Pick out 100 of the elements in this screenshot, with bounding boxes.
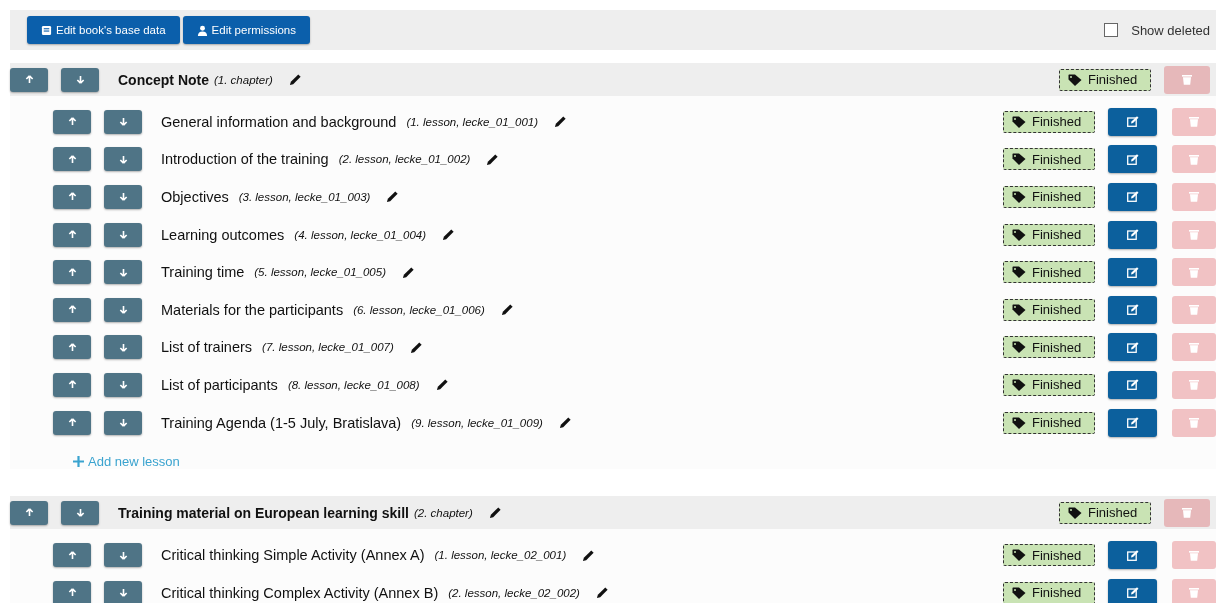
- move-up-button[interactable]: [53, 580, 91, 603]
- arrow-up-icon: [24, 508, 34, 518]
- arrow-up-icon: [67, 342, 77, 352]
- edit-icon: [1126, 549, 1139, 561]
- lesson-title: Critical thinking Simple Activity (Annex A): [161, 547, 425, 564]
- edit-button[interactable]: [1108, 295, 1157, 324]
- move-down-button[interactable]: [104, 147, 142, 172]
- move-up-button[interactable]: [10, 500, 48, 525]
- trash-icon: [1189, 549, 1199, 561]
- pencil-icon[interactable]: [435, 378, 449, 392]
- move-down-button[interactable]: [104, 185, 142, 209]
- arrow-up-icon: [24, 75, 34, 84]
- user-icon: [196, 24, 208, 36]
- pencil-icon[interactable]: [595, 586, 609, 600]
- arrow-up-icon: [67, 192, 77, 202]
- edit-button[interactable]: [1108, 370, 1157, 399]
- pencil-icon[interactable]: [582, 548, 596, 562]
- pencil-icon[interactable]: [500, 303, 514, 317]
- tag-icon: [1012, 228, 1026, 241]
- arrow-down-icon: [118, 380, 128, 390]
- move-down-button[interactable]: [61, 500, 99, 525]
- move-up-button[interactable]: [10, 67, 48, 92]
- move-down-button[interactable]: [104, 335, 142, 360]
- trash-icon: [1189, 266, 1199, 278]
- status-badge: Finished: [1003, 373, 1095, 396]
- move-down-button[interactable]: [104, 410, 142, 435]
- checkbox[interactable]: [1104, 23, 1119, 37]
- tag-icon: [1012, 266, 1026, 279]
- move-up-button[interactable]: [53, 222, 91, 247]
- edit-icon: [1126, 587, 1139, 599]
- move-down-button[interactable]: [104, 109, 142, 134]
- move-down-button[interactable]: [104, 580, 142, 603]
- tag-icon: [1068, 73, 1082, 86]
- arrow-up-icon: [67, 380, 77, 390]
- move-up-button[interactable]: [53, 260, 91, 285]
- move-up-button[interactable]: [53, 185, 91, 209]
- pencil-icon[interactable]: [288, 73, 302, 86]
- arrow-down-icon: [118, 230, 128, 240]
- pencil-icon[interactable]: [486, 152, 500, 166]
- move-up-button[interactable]: [53, 372, 91, 397]
- edit-button[interactable]: [1108, 541, 1157, 570]
- tag-icon: [1012, 303, 1026, 316]
- pencil-icon[interactable]: [409, 340, 423, 354]
- tag-icon: [1012, 115, 1026, 128]
- book-icon: [41, 24, 52, 36]
- arrow-down-icon: [118, 550, 128, 560]
- move-down-button[interactable]: [104, 260, 142, 285]
- tag-icon: [1012, 549, 1026, 562]
- edit-button[interactable]: [1108, 107, 1157, 136]
- trash-icon: [1189, 116, 1199, 128]
- pencil-icon[interactable]: [554, 115, 568, 129]
- tag-icon: [1068, 506, 1082, 519]
- pencil-icon[interactable]: [488, 506, 502, 520]
- edit-button[interactable]: [1108, 220, 1157, 249]
- move-up-button[interactable]: [53, 109, 91, 134]
- lesson-info: (2. lesson, lecke_01_002): [338, 153, 471, 166]
- pencil-icon[interactable]: [442, 228, 456, 242]
- move-down-button[interactable]: [104, 543, 142, 568]
- lesson-title: Training Agenda (1-5 July, Bratislava): [161, 414, 402, 431]
- move-up-button[interactable]: [53, 335, 91, 360]
- lesson-title: List of participants: [161, 376, 278, 393]
- lesson-info: (1. lesson, lecke_01_001): [406, 115, 539, 128]
- edit-button[interactable]: [1108, 258, 1157, 287]
- move-down-button[interactable]: [61, 67, 99, 92]
- status-badge: Finished: [1003, 261, 1095, 284]
- pencil-icon[interactable]: [386, 190, 400, 204]
- pencil-icon[interactable]: [402, 265, 415, 279]
- pencil-icon[interactable]: [558, 416, 572, 430]
- status-badge: Finished: [1059, 68, 1151, 91]
- edit-button[interactable]: [1108, 578, 1157, 603]
- status-badge: Finished: [1003, 411, 1095, 434]
- status-badge: Finished: [1003, 186, 1095, 208]
- chapter-info: (2. chapter): [413, 506, 473, 519]
- arrow-down-icon: [118, 117, 128, 127]
- arrow-up-icon: [67, 305, 77, 315]
- edit-base-data-button[interactable]: Edit book's base data: [27, 16, 180, 44]
- move-up-button[interactable]: [53, 543, 91, 568]
- plus-icon: [73, 456, 84, 468]
- move-down-button[interactable]: [104, 297, 142, 322]
- lesson-info: (7. lesson, lecke_01_007): [262, 341, 394, 354]
- tag-icon: [1012, 586, 1026, 599]
- edit-button[interactable]: [1108, 408, 1157, 437]
- move-up-button[interactable]: [53, 147, 91, 172]
- arrow-down-icon: [118, 267, 128, 277]
- lesson-info: (1. lesson, lecke_02_001): [434, 549, 567, 562]
- edit-button[interactable]: [1108, 183, 1157, 211]
- move-up-button[interactable]: [53, 297, 91, 322]
- edit-button[interactable]: [1108, 333, 1157, 362]
- trash-icon: [1189, 229, 1199, 241]
- trash-icon: [1182, 74, 1192, 85]
- move-down-button[interactable]: [104, 222, 142, 247]
- move-down-button[interactable]: [104, 372, 142, 397]
- chapter-title: Training material on European learning skill: [118, 504, 409, 521]
- edit-icon: [1126, 191, 1139, 203]
- move-up-button[interactable]: [53, 410, 91, 435]
- arrow-up-icon: [67, 588, 77, 598]
- edit-permissions-button[interactable]: Edit permissions: [182, 16, 310, 44]
- edit-icon: [1126, 341, 1139, 353]
- edit-button[interactable]: [1108, 145, 1157, 174]
- status-badge: Finished: [1003, 336, 1095, 359]
